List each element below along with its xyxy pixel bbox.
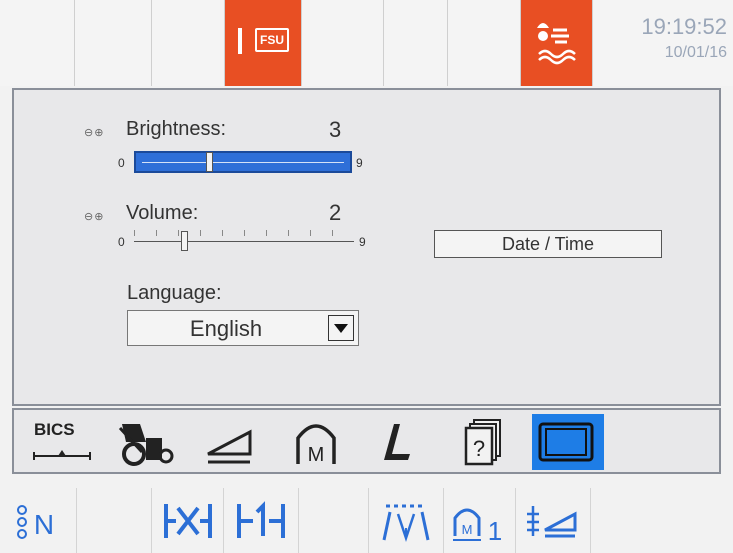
status-cell: [0, 0, 75, 86]
volume-label: Volume:: [126, 202, 199, 224]
x-balance-button[interactable]: [152, 488, 224, 553]
volume-slider[interactable]: [134, 230, 354, 252]
clock-time: 19:19:52: [641, 14, 727, 39]
brightness-value: 3: [329, 117, 342, 142]
tractor-icon: [118, 424, 174, 466]
settings-panel: ⊖⊕ Brightness: 3 0 9 ⊖⊕ Volume: 2 0 9 Da…: [12, 88, 721, 406]
angle-button[interactable]: [516, 488, 591, 553]
function-cell-empty[interactable]: [77, 488, 152, 553]
language-label: Language:: [127, 282, 222, 304]
function-bar: N M 1: [0, 488, 733, 553]
one-balance-button[interactable]: [224, 488, 299, 553]
memory-button[interactable]: M: [286, 414, 346, 470]
volume-value: 2: [329, 200, 342, 225]
function-cell-empty[interactable]: [299, 488, 369, 553]
volume-min-label: 0: [118, 235, 125, 249]
plus-minus-icon[interactable]: ⊖⊕: [84, 210, 104, 223]
x-balance-icon: [163, 503, 212, 538]
neutral-button[interactable]: N: [0, 488, 77, 553]
display-settings-button[interactable]: [532, 414, 604, 470]
fsu-icon: FSU: [255, 28, 289, 52]
language-select[interactable]: English: [127, 310, 359, 346]
water-temperature-icon: [537, 23, 576, 65]
scraper-icon: [382, 504, 430, 542]
status-cell: [75, 0, 152, 86]
status-cell: [384, 0, 448, 86]
clock: 19:19:52 10/01/16: [593, 0, 733, 86]
one-balance-icon: [237, 500, 285, 538]
wedge-button[interactable]: [202, 414, 262, 470]
status-cell: [448, 0, 521, 86]
status-cell: [302, 0, 384, 86]
bics-button[interactable]: BICS: [28, 414, 98, 470]
bics-icon: [33, 450, 91, 460]
lift-icon: [384, 424, 410, 460]
brightness-max-label: 9: [356, 156, 363, 170]
clock-date: 10/01/16: [664, 44, 727, 61]
alert-icon: [238, 28, 242, 54]
tractor-button[interactable]: [114, 414, 184, 470]
dropdown-arrow-icon[interactable]: [328, 315, 354, 341]
wedge-icon: [207, 429, 252, 464]
language-selected-value: English: [189, 316, 263, 341]
neutral-icon: N: [17, 504, 54, 540]
angle-icon: [527, 505, 577, 537]
status-cell: [152, 0, 225, 86]
help-button[interactable]: ?: [454, 414, 514, 470]
memory-one-icon: M 1: [452, 508, 502, 546]
plus-minus-icon[interactable]: ⊖⊕: [84, 126, 104, 139]
svg-text:M: M: [308, 444, 325, 466]
brightness-label: Brightness:: [126, 118, 227, 140]
neutral-label: N: [34, 509, 54, 540]
volume-max-label: 9: [359, 235, 366, 249]
help-icon: ?: [464, 419, 501, 466]
status-bar: FSU 19:19:52 10/01/16: [0, 0, 733, 86]
brightness-slider-thumb[interactable]: [206, 152, 213, 172]
function-cell-empty[interactable]: [591, 488, 733, 553]
scraper-button[interactable]: [369, 488, 444, 553]
volume-slider-thumb[interactable]: [181, 231, 188, 251]
memory-icon: M: [296, 424, 336, 466]
lift-button[interactable]: [366, 414, 426, 470]
memory-one-label: 1: [487, 516, 501, 546]
tool-bar: BICS M ?: [12, 408, 721, 474]
brightness-slider[interactable]: [134, 151, 352, 173]
svg-text:?: ?: [473, 436, 485, 461]
brightness-min-label: 0: [118, 156, 125, 170]
date-time-button[interactable]: Date / Time: [434, 230, 662, 258]
water-warning[interactable]: [521, 0, 593, 86]
fsu-alert[interactable]: FSU: [225, 0, 302, 86]
display-settings-icon: [538, 422, 594, 462]
svg-text:M: M: [461, 522, 472, 537]
memory-one-button[interactable]: M 1: [444, 488, 516, 553]
